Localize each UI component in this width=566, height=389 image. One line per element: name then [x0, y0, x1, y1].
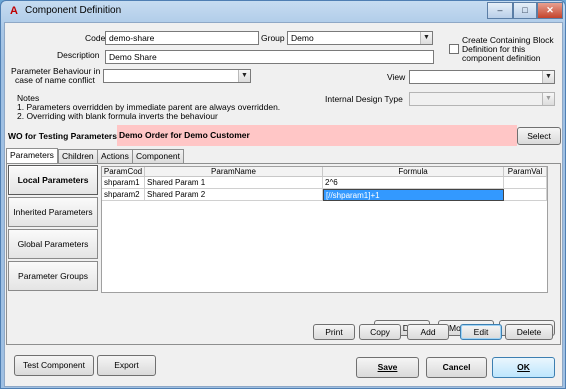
export-button[interactable]: Export: [97, 355, 156, 376]
param-behaviour-select[interactable]: ▼: [103, 69, 251, 83]
tab-parameters[interactable]: Parameters: [6, 148, 58, 163]
column-header-formula[interactable]: Formula: [323, 167, 504, 177]
title-bar[interactable]: A Component Definition – □ ✕: [1, 1, 565, 21]
window-title: Component Definition: [25, 5, 122, 16]
save-button[interactable]: Save: [356, 357, 419, 378]
column-header-paramcode[interactable]: ParamCod: [102, 167, 145, 177]
table-cell[interactable]: [504, 177, 547, 189]
close-button[interactable]: ✕: [537, 2, 563, 19]
code-label: Code: [85, 33, 106, 43]
chevron-down-icon: ▼: [420, 32, 432, 44]
description-input[interactable]: Demo Share: [105, 50, 434, 64]
create-block-label-line3: component definition: [462, 53, 541, 63]
internal-design-label: Internal Design Type: [325, 94, 403, 104]
add-button[interactable]: Add: [407, 324, 449, 340]
table-cell[interactable]: shparam1: [102, 177, 145, 189]
copy-button[interactable]: Copy: [359, 324, 401, 340]
minimize-button[interactable]: –: [487, 2, 513, 19]
chevron-down-icon: ▼: [238, 70, 250, 82]
wo-label: WO for Testing Parameters:: [8, 131, 120, 141]
table-cell[interactable]: 2^6: [323, 177, 504, 189]
view-select[interactable]: ▼: [409, 70, 555, 84]
note-2: 2. Overriding with blank formula inverts…: [17, 111, 218, 121]
local-parameters-button[interactable]: Local Parameters: [8, 165, 98, 195]
table-cell[interactable]: Shared Param 1: [145, 177, 323, 189]
tab-actions[interactable]: Actions: [97, 149, 133, 163]
edit-button[interactable]: Edit: [460, 324, 502, 340]
group-select[interactable]: Demo ▼: [287, 31, 433, 45]
param-behaviour-label-line2: case of name conflict: [15, 75, 95, 85]
column-header-paramval[interactable]: ParamVal: [504, 167, 547, 177]
group-select-value: Demo: [291, 33, 314, 43]
group-label: Group: [261, 33, 285, 43]
maximize-button[interactable]: □: [513, 2, 537, 19]
description-label: Description: [57, 50, 100, 60]
table-cell[interactable]: Shared Param 2: [145, 189, 323, 201]
internal-design-select: ▼: [409, 92, 555, 106]
parameters-grid[interactable]: ParamCod ParamName Formula ParamVal shpa…: [101, 166, 548, 293]
wo-testing-row: WO for Testing Parameters: Demo Order fo…: [5, 125, 562, 146]
wo-value: Demo Order for Demo Customer: [117, 125, 517, 146]
test-component-button[interactable]: Test Component: [14, 355, 94, 376]
app-logo-icon: A: [10, 5, 18, 17]
parameter-groups-button[interactable]: Parameter Groups: [8, 261, 98, 291]
select-wo-button[interactable]: Select: [517, 127, 561, 145]
chevron-down-icon: ▼: [542, 93, 554, 105]
ok-button[interactable]: OK: [492, 357, 555, 378]
column-header-paramname[interactable]: ParamName: [145, 167, 323, 177]
dialog-body: Code demo-share Group Demo ▼ Create Cont…: [4, 22, 563, 387]
tab-children[interactable]: Children: [58, 149, 98, 163]
table-cell[interactable]: [504, 189, 547, 201]
parameters-panel: Local Parameters Inherited Parameters Gl…: [6, 163, 561, 345]
cancel-button[interactable]: Cancel: [426, 357, 487, 378]
table-cell[interactable]: shparam2: [102, 189, 145, 201]
component-definition-window: A Component Definition – □ ✕ Code demo-s…: [0, 0, 566, 389]
formula-edit-cell[interactable]: [//shparam1]+1: [323, 189, 504, 201]
global-parameters-button[interactable]: Global Parameters: [8, 229, 98, 259]
view-label: View: [387, 72, 406, 82]
print-button[interactable]: Print: [313, 324, 355, 340]
create-block-checkbox[interactable]: [449, 44, 459, 54]
code-input[interactable]: demo-share: [105, 31, 259, 45]
inherited-parameters-button[interactable]: Inherited Parameters: [8, 197, 98, 227]
tab-component[interactable]: Component: [132, 149, 184, 163]
delete-button[interactable]: Delete: [505, 324, 553, 340]
chevron-down-icon: ▼: [542, 71, 554, 83]
